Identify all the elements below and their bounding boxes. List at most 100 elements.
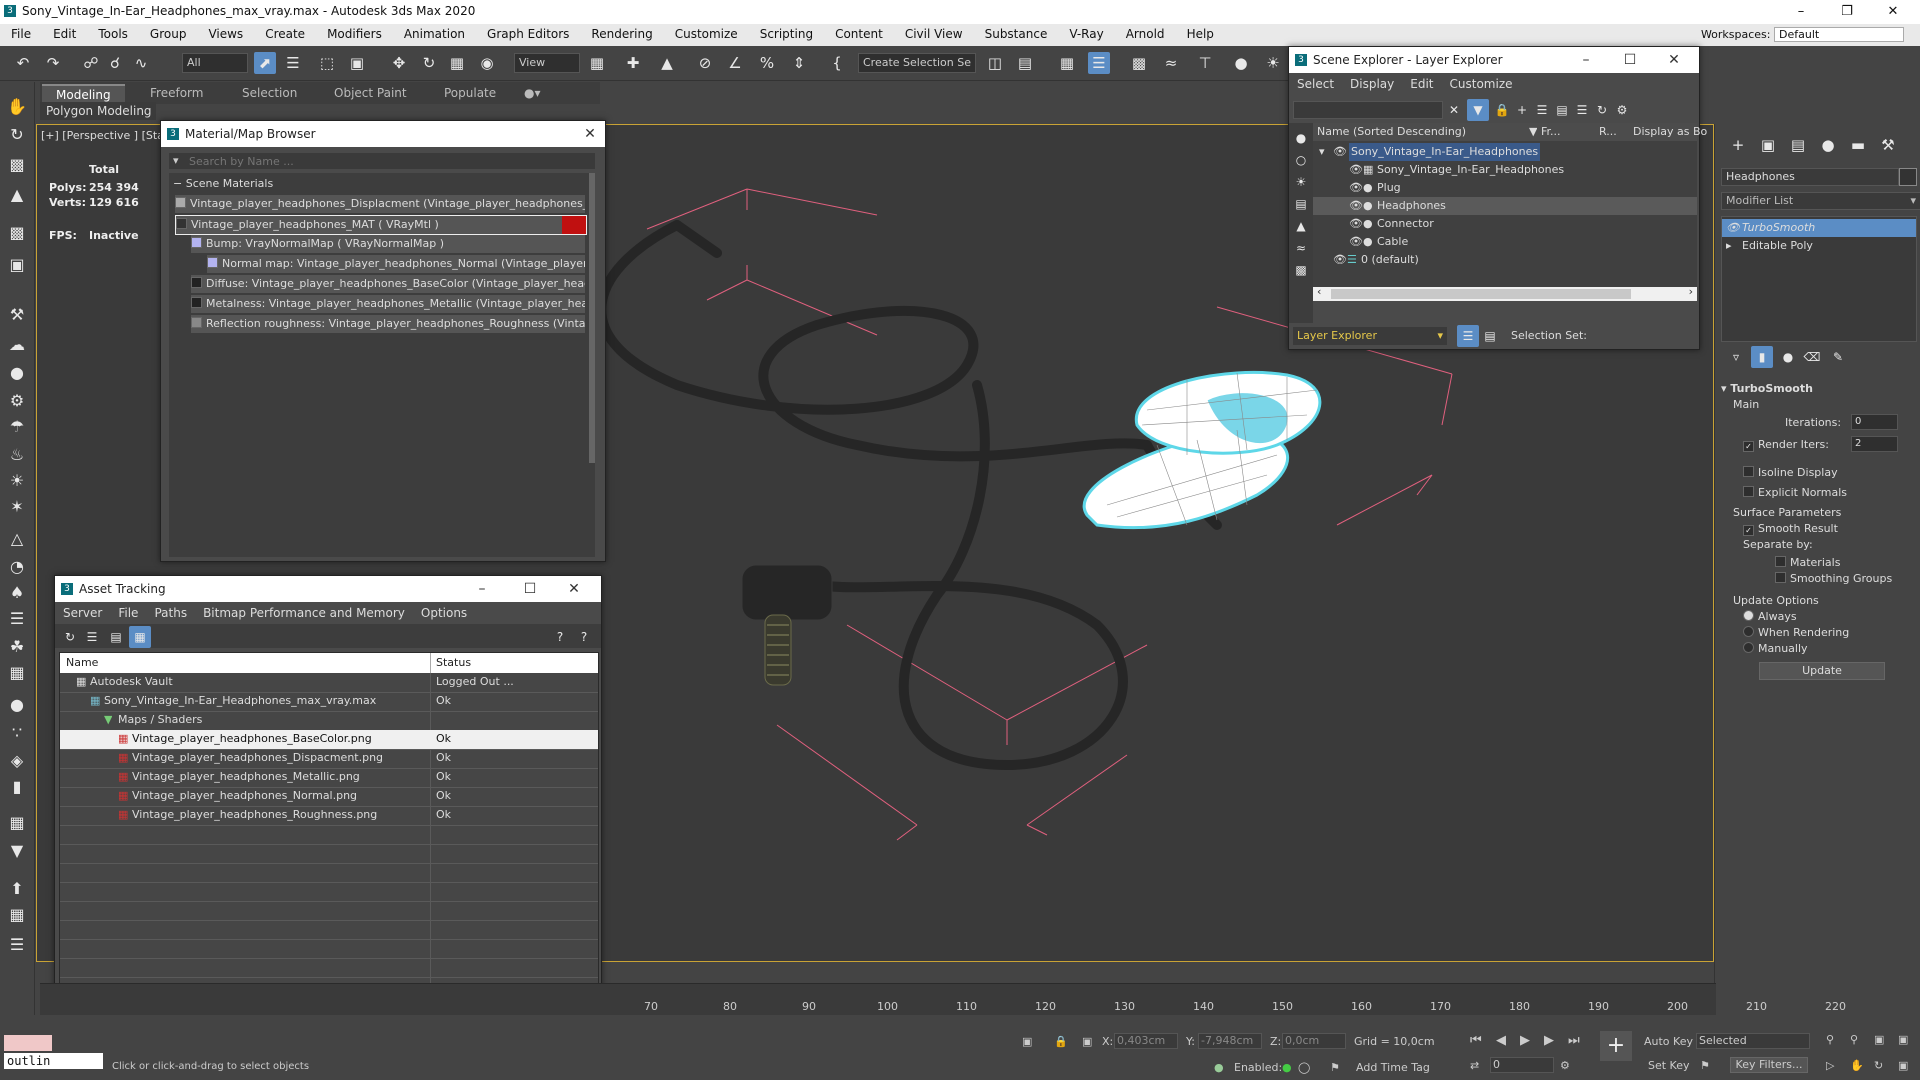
grass-icon[interactable]: ☘ (6, 636, 28, 658)
create-tab-icon[interactable]: + (1727, 134, 1749, 156)
layer-row[interactable]: 👁 ● Cable (1313, 233, 1697, 251)
menu-edit[interactable]: Edit (42, 24, 87, 41)
layer-row[interactable]: 👁 ● Plug (1313, 179, 1697, 197)
table-view-icon[interactable]: ▦ (129, 626, 151, 648)
schematic-view-icon[interactable]: ⊤ (1194, 52, 1216, 74)
mesh-icon[interactable]: ▦ (6, 662, 28, 684)
cloud-icon[interactable]: ☁ (6, 334, 28, 356)
material-scrollbar[interactable] (589, 173, 595, 463)
lamp-icon[interactable]: ▲ (6, 184, 28, 206)
camera-filter-icon[interactable]: ▤ (1290, 193, 1312, 215)
lock-icon[interactable]: 🔒 (1491, 99, 1513, 121)
maximize-viewport-icon[interactable]: ▣ (1898, 1059, 1908, 1072)
current-frame-field[interactable]: 0 (1490, 1057, 1554, 1073)
material-item[interactable]: Metalness: Vintage_player_headphones_Met… (191, 295, 585, 313)
material-editor-icon[interactable]: ● (1230, 52, 1252, 74)
object-color-swatch[interactable] (1899, 168, 1917, 186)
eye-icon[interactable]: 👁 (1349, 161, 1363, 179)
select-manipulate-icon[interactable]: ✚ (622, 52, 644, 74)
col-freeze-header[interactable]: Fr... (1541, 123, 1561, 141)
light-filter-icon[interactable]: ☀ (1290, 171, 1312, 193)
ball-icon[interactable]: ● (6, 694, 28, 716)
menu-content[interactable]: Content (824, 24, 894, 41)
set-key-plus-icon[interactable]: + (1600, 1031, 1632, 1061)
selection-filter-dropdown[interactable]: All (182, 53, 248, 73)
key-filters-icon[interactable]: ⚑ (1700, 1059, 1710, 1072)
plane-icon[interactable]: △ (6, 528, 28, 550)
material-item[interactable]: Normal map: Vintage_player_headphones_No… (207, 255, 585, 273)
ribbon-tab-populate[interactable]: Populate (444, 86, 496, 100)
isoline-checkbox[interactable]: Isoline Display (1743, 466, 1838, 479)
toggle-layer-explorer-icon[interactable]: ☰ (1088, 52, 1110, 74)
zero-circle-icon[interactable]: ◯ (1298, 1061, 1310, 1074)
key-filters-button[interactable]: Key Filters... (1730, 1057, 1808, 1073)
angle-snap-icon[interactable]: ∠ (724, 52, 746, 74)
menu-rendering[interactable]: Rendering (580, 24, 663, 41)
menu-select[interactable]: Select (1289, 73, 1342, 95)
zoom-icon[interactable]: ⚲ (1826, 1033, 1834, 1046)
time-tag-marker-icon[interactable]: ⚑ (1330, 1061, 1340, 1074)
auto-key-button[interactable]: Auto Key (1644, 1035, 1693, 1048)
go-to-start-icon[interactable]: ⏮ (1470, 1033, 1482, 1048)
menu-create[interactable]: Create (254, 24, 316, 41)
menu-scripting[interactable]: Scripting (749, 24, 824, 41)
ribbon-tab-selection[interactable]: Selection (242, 86, 297, 100)
hand-icon[interactable]: ✋ (6, 96, 28, 118)
molecules-icon[interactable]: ∵ (6, 722, 28, 744)
material-item[interactable]: Diffuse: Vintage_player_headphones_BaseC… (191, 275, 585, 293)
maxscript-input[interactable]: outlin (4, 1053, 103, 1069)
close-icon[interactable]: ✕ (559, 576, 589, 602)
material-item[interactable]: Vintage_player_headphones_Displacment (V… (175, 195, 585, 213)
scene-materials-group[interactable]: − Scene Materials (169, 175, 589, 193)
col-name-header[interactable]: Name (66, 656, 98, 669)
helper-filter-icon[interactable]: ▲ (1290, 215, 1312, 237)
new-layer-icon[interactable]: + (1511, 99, 1533, 121)
absolute-mode-icon[interactable]: ▣ (1082, 1035, 1092, 1048)
menu-civil-view[interactable]: Civil View (894, 24, 974, 41)
add-time-tag[interactable]: Add Time Tag (1356, 1061, 1430, 1074)
settings-icon[interactable]: ⚙ (1611, 99, 1633, 121)
ribbon-options-icon[interactable]: ●▾ (524, 86, 541, 100)
menu-modifiers[interactable]: Modifiers (316, 24, 393, 41)
table-row[interactable]: ▦ Autodesk Vault Logged Out ... (60, 673, 598, 693)
toggle-ribbon-icon[interactable]: ▩ (1128, 52, 1150, 74)
menu-help[interactable]: Help (1176, 24, 1225, 41)
table-row[interactable]: ▦ Vintage_player_headphones_Normal.png O… (60, 787, 598, 807)
ribbon-tab-object-paint[interactable]: Object Paint (334, 86, 407, 100)
selection-lock-icon[interactable]: 🔒 (1054, 1035, 1068, 1048)
x-coordinate-field[interactable]: 0,403cm (1114, 1033, 1178, 1049)
shapes-icon[interactable]: ▮ (6, 776, 28, 798)
workspace-value[interactable]: Default (1774, 27, 1904, 42)
toggle-scene-explorer-icon[interactable]: ▦ (1056, 52, 1078, 74)
list-icon[interactable]: ☰ (6, 934, 28, 956)
layer-hierarchy-icon[interactable]: ☰ (1571, 99, 1593, 121)
smoothing-groups-checkbox[interactable]: Smoothing Groups (1775, 572, 1892, 585)
scroll-right-icon[interactable]: › (1689, 285, 1693, 298)
bone-filter-icon[interactable]: ▩ (1290, 259, 1312, 281)
y-coordinate-field[interactable]: -7,948cm (1198, 1033, 1262, 1049)
building-icon[interactable]: ▦ (6, 812, 28, 834)
close-icon[interactable]: ✕ (1659, 47, 1689, 73)
ribbon-tab-modeling[interactable]: Modeling (42, 84, 125, 104)
curve-editor-icon[interactable]: ≈ (1160, 52, 1182, 74)
workspace-selector[interactable]: Workspaces: Default (1701, 27, 1904, 42)
spinner-snap-icon[interactable]: ⇕ (788, 52, 810, 74)
rollout-header[interactable]: ▾ TurboSmooth (1721, 382, 1813, 395)
modifier-list-dropdown[interactable]: Modifier List ▾ (1721, 192, 1920, 210)
next-frame-icon[interactable]: ▶ (1544, 1033, 1554, 1048)
gear-icon[interactable]: ⚙ (6, 390, 28, 412)
display-none-icon[interactable]: ● (1290, 127, 1312, 149)
material-item[interactable]: Vintage_player_headphones_MAT ( VRayMtl … (175, 215, 587, 235)
menu-display[interactable]: Display (1342, 73, 1402, 95)
configure-sets-icon[interactable]: ✎ (1827, 346, 1849, 368)
named-selection-dropdown[interactable]: Create Selection Se (858, 53, 976, 73)
menu-paths[interactable]: Paths (146, 602, 195, 624)
table-row[interactable]: ▦ Sony_Vintage_In-Ear_Headphones_max_vra… (60, 692, 598, 712)
menu-substance[interactable]: Substance (974, 24, 1059, 41)
scroll-left-icon[interactable]: ‹ (1317, 285, 1321, 298)
menu-arnold[interactable]: Arnold (1115, 24, 1176, 41)
horizontal-scrollbar[interactable]: ‹ › (1313, 285, 1697, 301)
vray-logo-icon[interactable]: ▼ (6, 840, 28, 862)
eye-icon[interactable]: 👁 (1333, 143, 1347, 161)
always-radio[interactable]: Always (1743, 610, 1797, 623)
